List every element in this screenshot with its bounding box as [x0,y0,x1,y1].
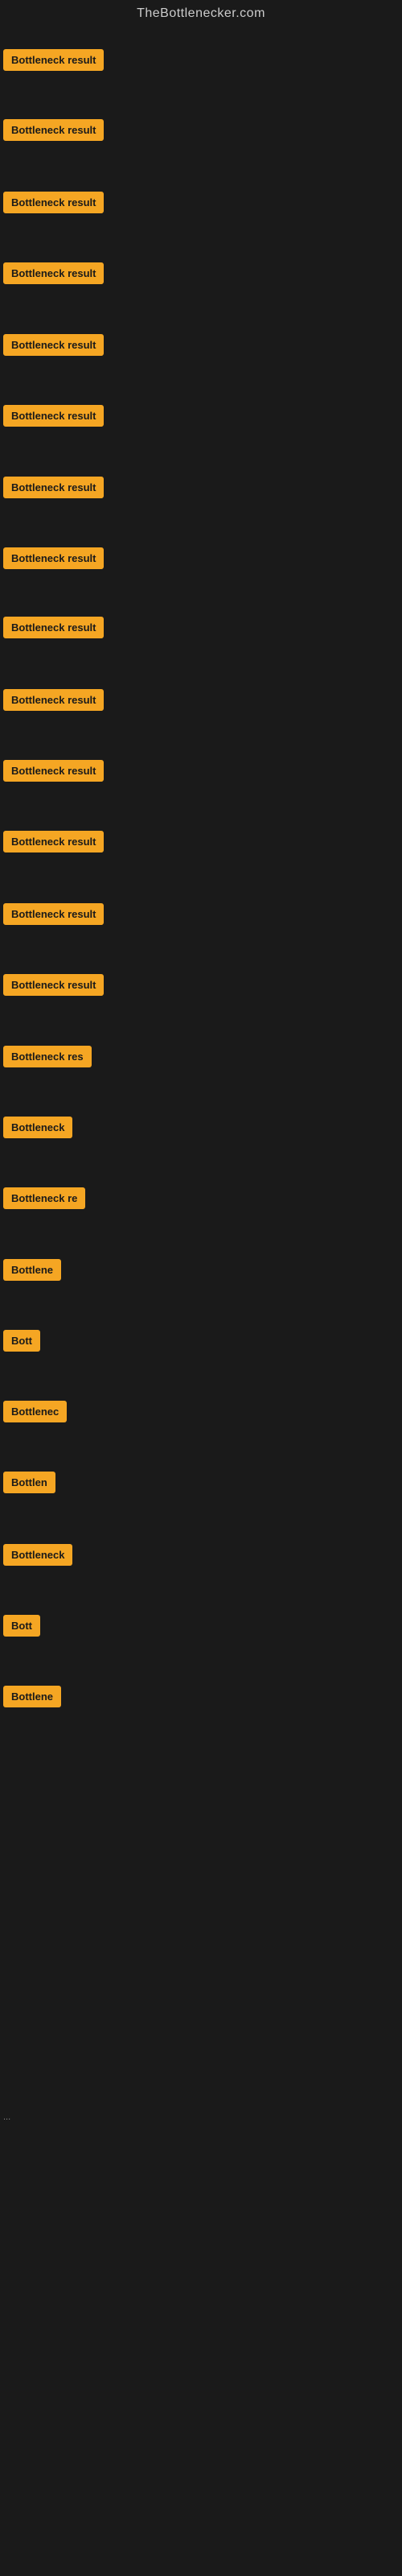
list-item[interactable]: Bottleneck res [3,1046,92,1071]
list-item[interactable]: Bottleneck result [3,192,104,217]
bottleneck-badge[interactable]: Bottleneck result [3,689,104,711]
list-item[interactable]: Bottleneck [3,1544,72,1570]
list-item[interactable]: Bottleneck result [3,760,104,786]
bottleneck-badge[interactable]: Bottleneck result [3,760,104,782]
list-item[interactable]: Bottleneck result [3,119,104,145]
bottleneck-badge[interactable]: Bottleneck result [3,405,104,427]
ellipsis-marker: ... [3,2109,10,2124]
list-item[interactable]: Bott [3,1615,40,1641]
bottleneck-list: Bottleneck result Bottleneck result Bottle… [0,27,402,1798]
list-item[interactable]: Bottleneck result [3,547,104,573]
list-item[interactable]: Bottlenec [3,1401,67,1426]
bottleneck-badge[interactable]: Bottleneck result [3,334,104,356]
bottleneck-badge[interactable]: Bottleneck result [3,974,104,996]
bottleneck-badge[interactable]: Bottleneck [3,1544,72,1566]
bottleneck-badge[interactable]: Bott [3,1330,40,1352]
bottleneck-badge[interactable]: Bottlen [3,1472,55,1493]
list-item[interactable]: Bottlen [3,1472,55,1497]
list-item[interactable]: Bottleneck result [3,262,104,288]
bottleneck-badge[interactable]: Bottleneck result [3,903,104,925]
list-item[interactable]: Bottleneck result [3,477,104,502]
bottleneck-badge[interactable]: Bottlene [3,1259,61,1281]
ellipsis-text: ... [3,2112,10,2122]
list-item[interactable]: Bottlene [3,1259,61,1285]
list-item[interactable]: Bottleneck result [3,689,104,715]
site-title: TheBottlenecker.com [0,0,402,27]
bottleneck-badge[interactable]: Bottlene [3,1686,61,1707]
bottleneck-badge[interactable]: Bottleneck result [3,477,104,498]
list-item[interactable]: Bottleneck result [3,617,104,642]
bottleneck-badge[interactable]: Bottleneck result [3,49,104,71]
list-item[interactable]: Bottleneck result [3,334,104,360]
list-item[interactable]: Bottleneck [3,1117,72,1142]
list-item[interactable]: Bottleneck result [3,49,104,75]
bottleneck-badge[interactable]: Bottleneck result [3,547,104,569]
list-item[interactable]: Bottleneck result [3,903,104,929]
bottleneck-badge[interactable]: Bottleneck result [3,262,104,284]
list-item[interactable]: Bottleneck result [3,831,104,857]
bottleneck-badge[interactable]: Bottleneck res [3,1046,92,1067]
bottleneck-badge[interactable]: Bottlenec [3,1401,67,1422]
bottleneck-badge[interactable]: Bott [3,1615,40,1637]
bottleneck-badge[interactable]: Bottleneck [3,1117,72,1138]
list-item[interactable]: Bottleneck result [3,405,104,431]
bottleneck-badge[interactable]: Bottleneck result [3,617,104,638]
site-title-text: TheBottlenecker.com [137,6,265,20]
bottleneck-badge[interactable]: Bottleneck result [3,192,104,213]
bottleneck-badge[interactable]: Bottleneck result [3,831,104,852]
list-item[interactable]: Bott [3,1330,40,1356]
list-item[interactable]: Bottleneck result [3,974,104,1000]
list-item[interactable]: Bottlene [3,1686,61,1711]
bottleneck-badge[interactable]: Bottleneck result [3,119,104,141]
list-item[interactable]: Bottleneck re [3,1187,85,1213]
bottleneck-badge[interactable]: Bottleneck re [3,1187,85,1209]
